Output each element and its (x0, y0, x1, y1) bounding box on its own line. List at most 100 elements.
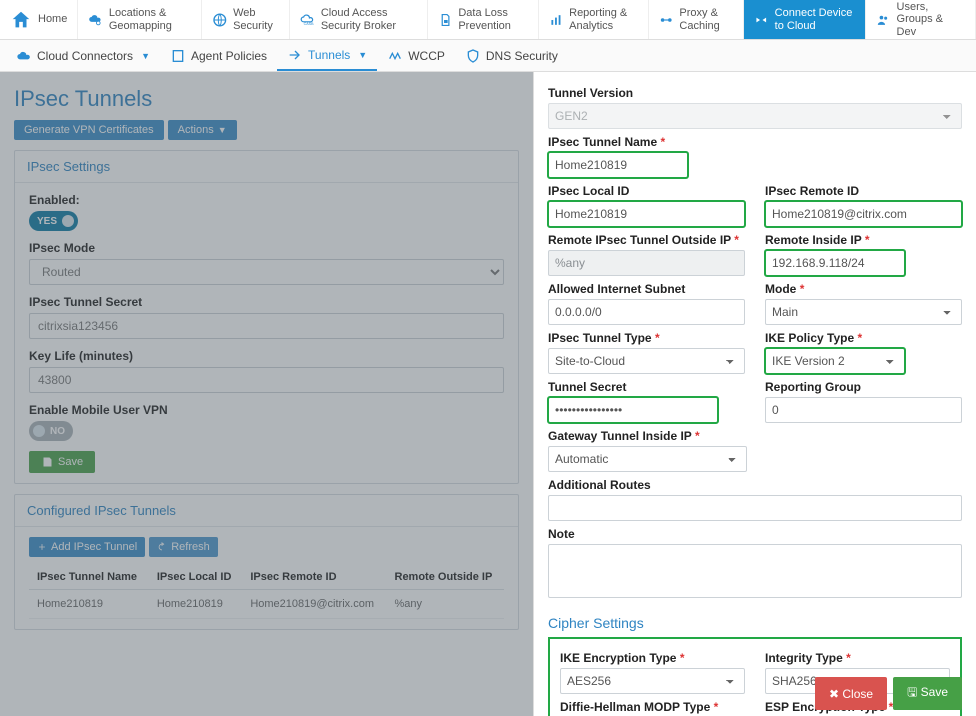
refresh-label: Refresh (171, 541, 210, 553)
actions-button[interactable]: Actions▼ (168, 120, 237, 140)
subnav-dns[interactable]: DNS Security (455, 40, 568, 71)
subnav-dns-label: DNS Security (486, 49, 558, 63)
document-lock-icon (438, 9, 453, 31)
nav-websec[interactable]: Web Security (202, 0, 291, 39)
nav-locations[interactable]: Locations & Geomapping (78, 0, 201, 39)
page-title: IPsec Tunnels (14, 86, 519, 112)
save-button[interactable]: Save (29, 451, 95, 473)
addl-routes-input[interactable] (548, 495, 962, 521)
sub-nav: Cloud Connectors▼ Agent Policies Tunnels… (0, 40, 976, 72)
tunnel-name-input[interactable] (548, 152, 688, 178)
nav-websec-label: Web Security (233, 7, 279, 31)
nav-dlp-label: Data Loss Prevention (458, 7, 527, 31)
ipsec-mode-select[interactable]: Routed (29, 259, 504, 285)
ipsec-secret-input[interactable] (29, 313, 504, 339)
nav-users-label: Users, Groups & Dev (897, 1, 965, 37)
globe-icon (212, 9, 228, 31)
add-tunnel-button[interactable]: Add IPsec Tunnel (29, 537, 145, 557)
col-local[interactable]: IPsec Local ID (149, 565, 243, 590)
svg-text:CASB: CASB (304, 21, 314, 25)
mobile-value: NO (50, 426, 65, 437)
tunnel-secret-label: Tunnel Secret (548, 380, 745, 394)
cell-remote: Home210819@citrix.com (242, 590, 386, 619)
left-pane: IPsec Tunnels Generate VPN Certificates … (0, 72, 533, 716)
mobile-vpn-toggle[interactable]: NO (29, 421, 73, 441)
col-name[interactable]: IPsec Tunnel Name (29, 565, 149, 590)
nav-reporting[interactable]: Reporting & Analytics (539, 0, 649, 39)
gw-inside-label: Gateway Tunnel Inside IP * (548, 429, 962, 443)
subnav-wccp[interactable]: WCCP (377, 40, 455, 71)
keylife-label: Key Life (minutes) (29, 349, 504, 363)
inside-ip-input[interactable] (765, 250, 905, 276)
outside-ip-label: Remote IPsec Tunnel Outside IP * (548, 233, 745, 247)
ike-policy-label: IKE Policy Type * (765, 331, 962, 345)
nav-users[interactable]: Users, Groups & Dev (866, 0, 976, 39)
nav-proxy[interactable]: Proxy & Caching (649, 0, 744, 39)
close-button[interactable]: ✖ Close (815, 677, 887, 710)
save-icon (41, 456, 53, 468)
outside-ip-input (548, 250, 745, 276)
top-nav: Home Locations & Geomapping Web Security… (0, 0, 976, 40)
nav-connect-device[interactable]: Connect Device to Cloud (744, 0, 866, 39)
subnav-agent-policies[interactable]: Agent Policies (160, 40, 277, 71)
tunnel-secret-input[interactable] (548, 397, 718, 423)
generate-vpn-button[interactable]: Generate VPN Certificates (14, 120, 164, 140)
cell-outside: %any (387, 590, 505, 619)
nav-dlp[interactable]: Data Loss Prevention (428, 0, 539, 39)
reporting-input[interactable] (765, 397, 962, 423)
refresh-button[interactable]: Refresh (149, 537, 218, 557)
nav-casb[interactable]: CASB Cloud Access Security Broker (290, 0, 428, 39)
cell-local: Home210819 (149, 590, 243, 619)
tunnel-version-label: Tunnel Version (548, 86, 962, 100)
local-id-input[interactable] (548, 201, 745, 227)
enabled-toggle[interactable]: YES (29, 211, 78, 231)
refresh-icon (157, 542, 167, 552)
connect-icon (754, 9, 769, 31)
configured-heading: Configured IPsec Tunnels (15, 495, 518, 527)
subnet-input[interactable] (548, 299, 745, 325)
keylife-input[interactable] (29, 367, 504, 393)
gw-inside-select[interactable]: Automatic (548, 446, 747, 472)
policy-icon (170, 48, 186, 64)
plus-icon (37, 542, 47, 552)
inside-ip-label: Remote Inside IP * (765, 233, 962, 247)
remote-id-label: IPsec Remote ID (765, 184, 962, 198)
actions-label: Actions (178, 124, 214, 136)
wccp-icon (387, 48, 403, 64)
caret-icon: ▼ (141, 51, 150, 61)
tunnels-table: IPsec Tunnel Name IPsec Local ID IPsec R… (29, 565, 504, 619)
reporting-label: Reporting Group (765, 380, 962, 394)
ike-enc-select[interactable]: AES256 (560, 668, 745, 694)
save-label: Save (58, 456, 83, 468)
enabled-value: YES (37, 216, 57, 227)
integrity-label: Integrity Type * (765, 651, 950, 665)
footer-save-button[interactable]: 🖫 Save (893, 677, 962, 710)
table-row[interactable]: Home210819 Home210819 Home210819@citrix.… (29, 590, 504, 619)
users-icon (876, 9, 891, 31)
chart-icon (549, 9, 564, 31)
subnav-agent-label: Agent Policies (191, 49, 267, 63)
tunnel-type-select[interactable]: Site-to-Cloud (548, 348, 745, 374)
shield-icon (465, 48, 481, 64)
tunnel-type-label: IPsec Tunnel Type * (548, 331, 745, 345)
close-label: Close (842, 687, 873, 701)
right-form-pane: Tunnel Version GEN2 IPsec Tunnel Name * … (533, 72, 976, 716)
ike-policy-select[interactable]: IKE Version 2 (765, 348, 905, 374)
remote-id-input[interactable] (765, 201, 962, 227)
nav-connect-label: Connect Device to Cloud (775, 7, 855, 31)
nav-home[interactable]: Home (0, 0, 78, 39)
mode-select[interactable]: Main (765, 299, 962, 325)
note-textarea[interactable] (548, 544, 962, 598)
footer-save-label: Save (921, 685, 948, 699)
col-remote[interactable]: IPsec Remote ID (242, 565, 386, 590)
subnav-wccp-label: WCCP (408, 49, 445, 63)
configured-tunnels-panel: Configured IPsec Tunnels Add IPsec Tunne… (14, 494, 519, 630)
col-outside[interactable]: Remote Outside IP (387, 565, 505, 590)
subnav-tunnels[interactable]: Tunnels▼ (277, 40, 377, 71)
ipsec-mode-label: IPsec Mode (29, 241, 504, 255)
tunnel-version-select: GEN2 (548, 103, 962, 129)
subnav-cloud-connectors[interactable]: Cloud Connectors▼ (6, 40, 160, 71)
caret-icon: ▼ (358, 50, 367, 60)
mode-label: Mode * (765, 282, 962, 296)
add-tunnel-label: Add IPsec Tunnel (51, 541, 137, 553)
